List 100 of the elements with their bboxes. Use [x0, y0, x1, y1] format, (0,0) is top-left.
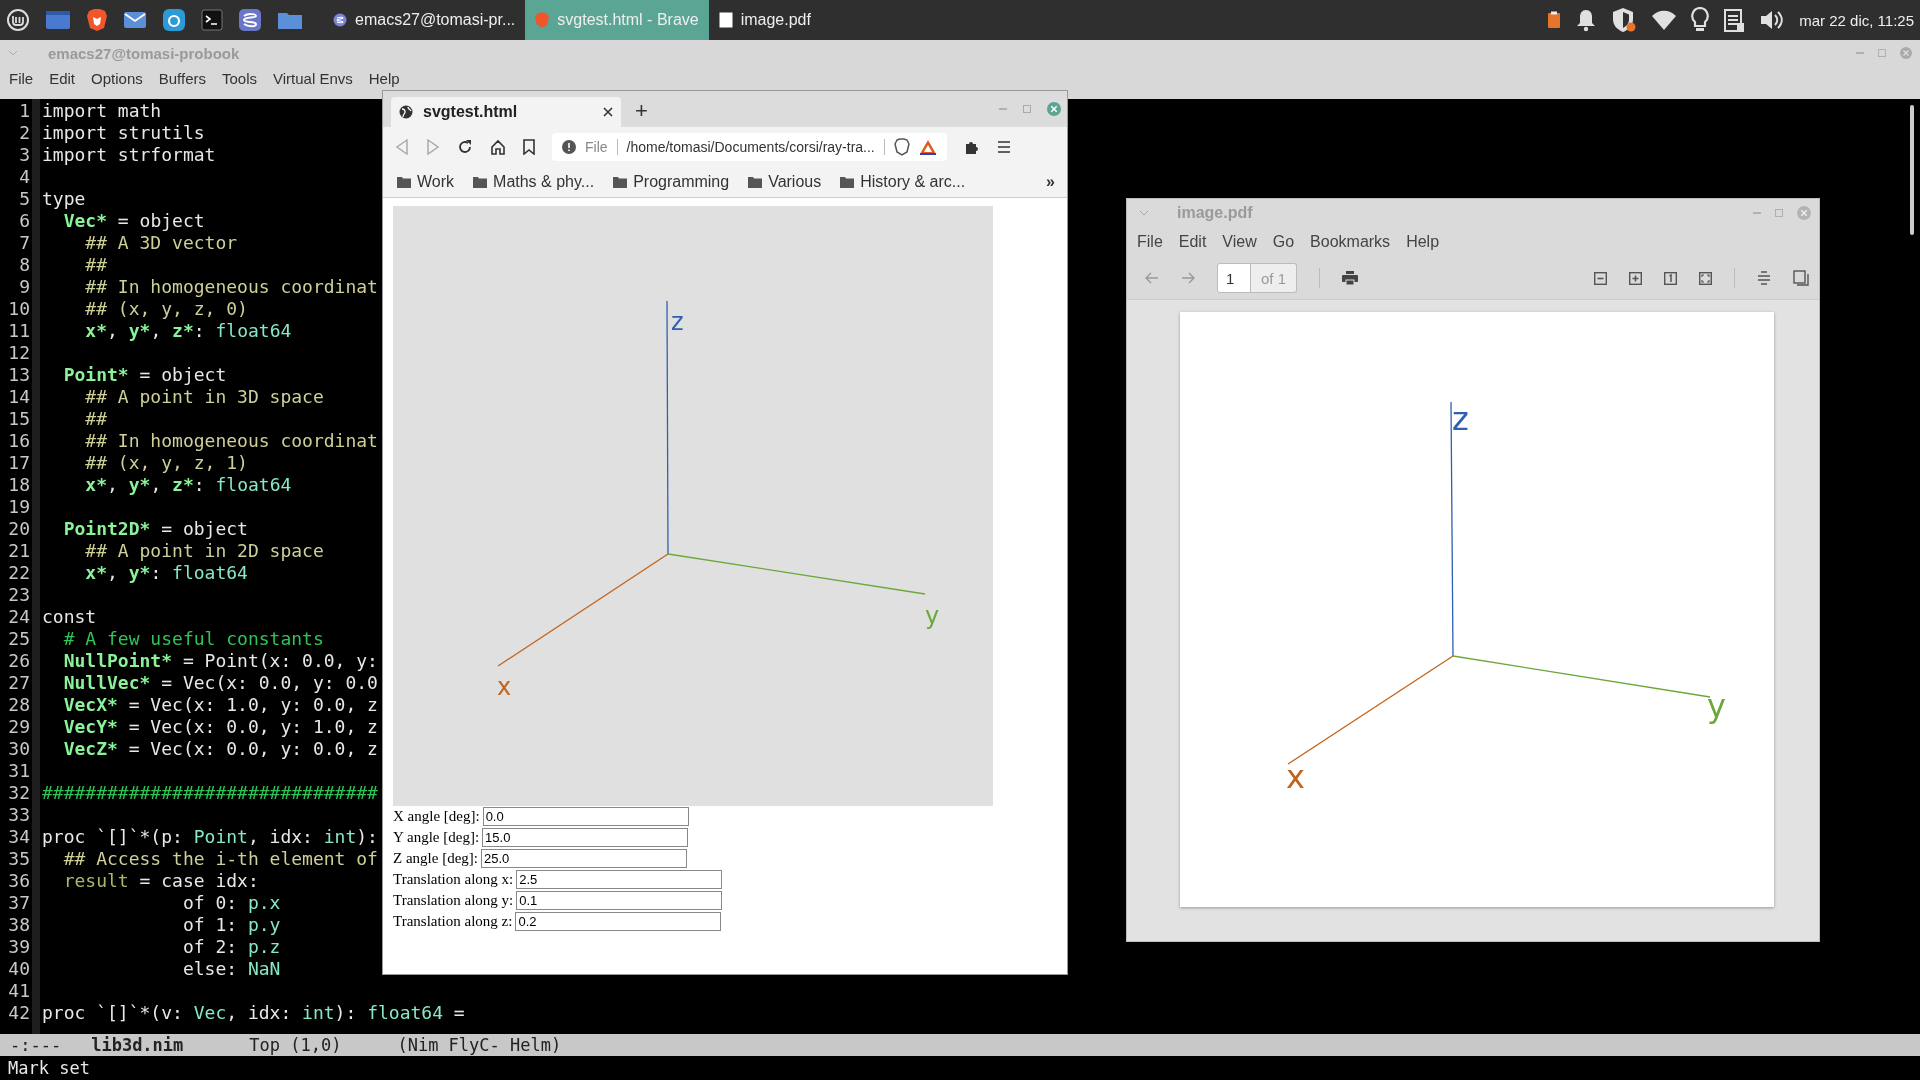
shield-icon[interactable]	[1611, 7, 1638, 33]
cursor-position: Top (1,0)	[249, 1035, 342, 1055]
menu-item[interactable]: Virtual Envs	[273, 70, 353, 87]
line-number: 38	[7, 913, 30, 935]
folder-icon[interactable]	[840, 176, 855, 188]
number-field[interactable]: 2.5	[516, 870, 723, 889]
axis-label: x	[497, 673, 512, 701]
address-bar[interactable]: File /home/tomasi/Documents/corsi/ray-tra...	[552, 133, 947, 161]
editor-icon[interactable]	[238, 8, 262, 32]
field-label: Z angle [deg]:	[393, 850, 478, 867]
line-number: 9	[18, 275, 30, 297]
close-icon[interactable]	[1047, 102, 1061, 116]
taskbar-button[interactable]: image.pdf	[708, 0, 821, 40]
more-bookmarks-button[interactable]: »	[1046, 173, 1055, 191]
page-count: of 1	[1251, 263, 1298, 293]
number-field[interactable]: 0.2	[515, 912, 722, 931]
field-label: Translation along x:	[393, 871, 514, 888]
terminal-icon[interactable]	[201, 9, 223, 31]
code-line: ## A point in 3D space	[84, 385, 324, 407]
home-icon[interactable]	[490, 139, 506, 155]
clipboard-icon[interactable]	[1547, 11, 1562, 29]
continuous-scroll-icon[interactable]	[1757, 271, 1771, 285]
line-number: 12	[7, 341, 30, 363]
mail-icon[interactable]	[123, 9, 147, 31]
bookmark-link[interactable]: Maths & phy...	[493, 173, 595, 191]
triangle-icon[interactable]	[918, 139, 937, 155]
menu-item[interactable]: File	[9, 70, 34, 87]
wifi-icon[interactable]	[1651, 9, 1678, 31]
bookmark-link[interactable]: History & arc...	[860, 173, 966, 191]
code-line: Point* = object	[62, 363, 227, 385]
menu-item[interactable]: Edit	[49, 70, 76, 87]
globe-icon	[399, 105, 413, 119]
code-line: Vec* = object	[62, 209, 205, 231]
folder-icon[interactable]	[397, 176, 411, 188]
bookmark-link[interactable]: Various	[768, 173, 822, 191]
code-line: import math	[42, 99, 162, 121]
number-field[interactable]: 15.0	[482, 828, 689, 847]
lion-shield-icon[interactable]	[893, 138, 910, 156]
line-number: 5	[18, 187, 30, 209]
reload-icon[interactable]	[457, 139, 473, 155]
axis-label: y	[1707, 687, 1726, 725]
line-number: 32	[7, 781, 30, 803]
close-tab-icon[interactable]	[603, 107, 613, 117]
menu-item[interactable]: Edit	[1178, 233, 1207, 251]
menu-item[interactable]: Go	[1272, 233, 1295, 251]
folder-icon[interactable]	[473, 176, 488, 188]
dual-page-icon[interactable]	[1793, 270, 1809, 286]
folder-icon[interactable]	[748, 176, 763, 188]
clipboard-list-icon[interactable]	[1723, 7, 1746, 33]
bookmark-icon[interactable]	[523, 139, 535, 155]
menu-icon[interactable]	[997, 141, 1011, 153]
number-field[interactable]: 0.1	[516, 891, 723, 910]
folder-icon[interactable]	[613, 176, 628, 188]
code-line: type	[42, 187, 86, 209]
code-line: ## In homogeneous coordinat	[84, 429, 378, 451]
line-number: 27	[7, 671, 30, 693]
menu-item[interactable]: Bookmarks	[1310, 233, 1391, 251]
bookmark-link[interactable]: Work	[417, 173, 455, 191]
new-tab-button[interactable]: +	[635, 98, 648, 124]
line-number: 28	[7, 693, 30, 715]
line-number: 39	[7, 935, 30, 957]
menu-item[interactable]: Options	[91, 70, 143, 87]
line-number: 15	[7, 407, 30, 429]
line-number: 8	[18, 253, 30, 275]
line-number: 14	[7, 385, 30, 407]
print-icon[interactable]	[1342, 271, 1359, 285]
fit-page-icon[interactable]	[1699, 271, 1712, 285]
code-line: of 1: p.y	[181, 913, 281, 935]
menu-item[interactable]: View	[1222, 233, 1257, 251]
line-number: 11	[7, 319, 30, 341]
browser-tab[interactable]: svgtest.html	[391, 97, 621, 127]
field-label: X angle [deg]:	[393, 808, 480, 825]
lightbulb-icon[interactable]	[1691, 7, 1710, 33]
line-number: 6	[18, 209, 30, 231]
actual-size-icon[interactable]	[1664, 271, 1677, 285]
menu-logo-icon[interactable]	[6, 8, 30, 32]
bell-icon[interactable]	[1575, 8, 1598, 32]
clock[interactable]: mar 22 dic, 11:25	[1799, 11, 1914, 29]
zoom-in-icon[interactable]	[1629, 271, 1642, 285]
lion-shield-icon[interactable]	[86, 8, 108, 32]
number-field[interactable]: 0.0	[482, 807, 689, 826]
zoom-out-icon[interactable]	[1594, 271, 1607, 285]
menu-item[interactable]: Tools	[222, 70, 257, 87]
puzzle-icon[interactable]	[964, 139, 980, 155]
menu-item[interactable]: Help	[368, 70, 400, 87]
taskbar-button[interactable]: emacs27@tomasi-pr...	[323, 0, 526, 40]
code-line: ##	[84, 407, 108, 429]
menu-item[interactable]: Help	[1406, 233, 1440, 251]
number-field[interactable]: 25.0	[480, 849, 687, 868]
line-number: 10	[7, 297, 30, 319]
line-number: 17	[7, 451, 30, 473]
menu-item[interactable]: Buffers	[158, 70, 206, 87]
menu-item[interactable]: File	[1137, 233, 1163, 251]
volume-icon[interactable]	[1759, 8, 1786, 32]
bookmark-link[interactable]: Programming	[633, 173, 730, 191]
page-number-field[interactable]: 1	[1217, 263, 1251, 293]
code-line: VecZ* = Vec(x: 0.0, y: 0.0, z	[62, 737, 378, 759]
window-title: image.pdf	[1177, 204, 1253, 222]
window-icon[interactable]	[45, 9, 71, 31]
scrollbar-thumb[interactable]	[1910, 105, 1914, 235]
